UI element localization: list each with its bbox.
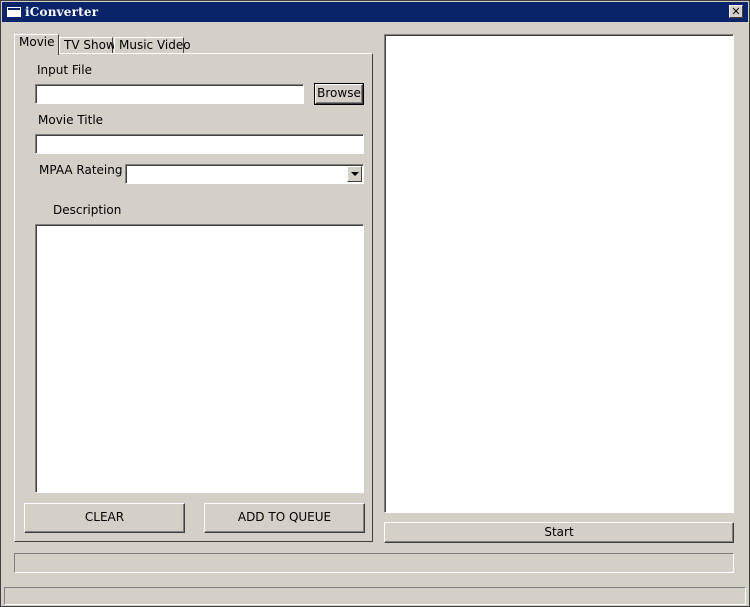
movie-title-field[interactable]	[35, 134, 364, 154]
close-button[interactable]: ✕	[729, 5, 743, 18]
queue-list[interactable]	[384, 34, 734, 513]
input-file-field[interactable]	[35, 84, 304, 104]
status-bar	[4, 587, 746, 605]
progress-bar	[14, 553, 734, 573]
close-icon: ✕	[731, 5, 741, 18]
chevron-down-icon[interactable]	[347, 166, 362, 182]
start-button[interactable]: Start	[384, 522, 734, 543]
movie-title-label: Movie Title	[38, 113, 104, 127]
description-textarea[interactable]	[35, 224, 364, 493]
main-window: iConverter ✕ Movie TV Show Music Video I…	[0, 0, 750, 607]
window-title: iConverter	[25, 5, 99, 19]
app-icon	[7, 7, 21, 17]
clear-button[interactable]: CLEAR	[24, 503, 185, 533]
add-to-queue-button[interactable]: ADD TO QUEUE	[204, 503, 365, 533]
movie-tab-panel: Input File Browse Movie Title MPAA Ratei…	[14, 53, 373, 542]
mpaa-rating-select[interactable]	[125, 164, 364, 184]
title-bar: iConverter ✕	[2, 2, 748, 22]
input-file-label: Input File	[37, 63, 92, 77]
mpaa-rating-label: MPAA Rateing	[39, 163, 123, 177]
browse-button[interactable]: Browse	[314, 83, 364, 105]
tab-movie[interactable]: Movie	[14, 34, 59, 55]
description-label: Description	[53, 203, 122, 217]
